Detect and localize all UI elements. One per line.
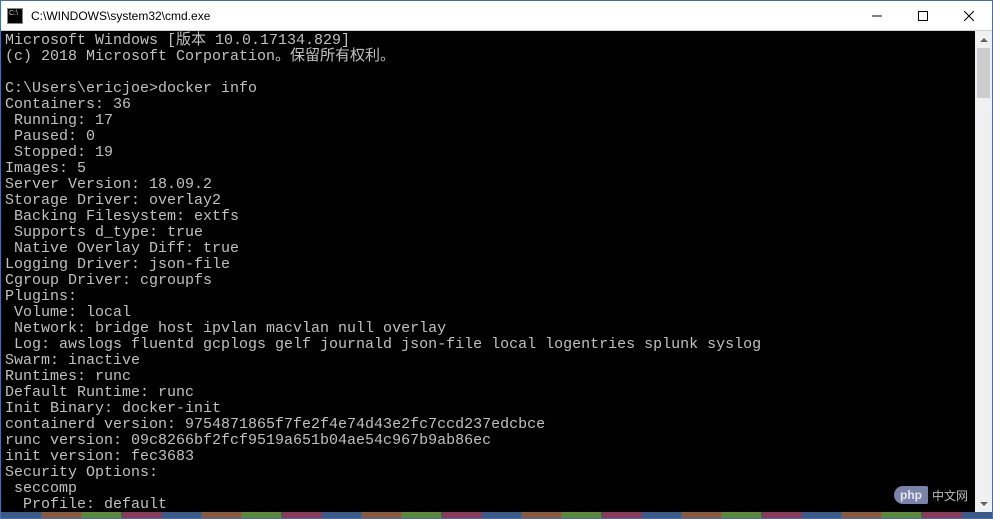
watermark: php 中文网 <box>894 486 968 504</box>
window-controls <box>854 1 992 30</box>
terminal-output[interactable]: Microsoft Windows [版本 10.0.17134.829] (c… <box>1 31 975 512</box>
close-icon <box>964 11 974 21</box>
chevron-down-icon <box>980 502 988 506</box>
minimize-button[interactable] <box>854 1 900 30</box>
titlebar[interactable]: C:\WINDOWS\system32\cmd.exe <box>1 1 992 31</box>
scroll-down-button[interactable] <box>975 495 992 512</box>
vertical-scrollbar[interactable] <box>975 31 992 512</box>
taskbar-strip <box>1 512 992 518</box>
maximize-icon <box>918 11 928 21</box>
scrollbar-track[interactable] <box>975 48 992 495</box>
cmd-app-icon <box>7 8 23 24</box>
maximize-button[interactable] <box>900 1 946 30</box>
minimize-icon <box>872 11 882 21</box>
scrollbar-thumb[interactable] <box>977 48 990 98</box>
terminal-area: Microsoft Windows [版本 10.0.17134.829] (c… <box>1 31 992 512</box>
window-title: C:\WINDOWS\system32\cmd.exe <box>29 9 854 23</box>
watermark-text: 中文网 <box>932 487 968 504</box>
close-button[interactable] <box>946 1 992 30</box>
scroll-up-button[interactable] <box>975 31 992 48</box>
chevron-up-icon <box>980 38 988 42</box>
watermark-badge: php <box>894 486 928 504</box>
cmd-window: C:\WINDOWS\system32\cmd.exe Microsoft Wi… <box>0 0 993 519</box>
